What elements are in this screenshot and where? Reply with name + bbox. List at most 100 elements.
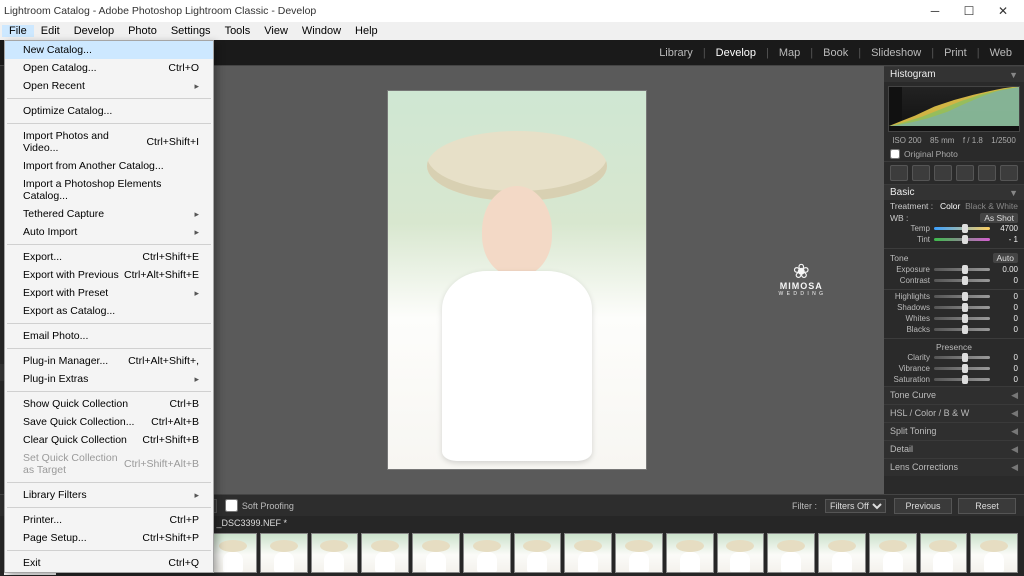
radial-tool-icon[interactable] (978, 165, 996, 181)
highlights-slider[interactable]: Highlights0 (884, 292, 1024, 303)
thumbnail[interactable] (615, 533, 663, 573)
module-web[interactable]: Web (990, 47, 1012, 59)
menu-item[interactable]: Open Catalog...Ctrl+O (5, 59, 213, 77)
lens-header[interactable]: Lens Corrections◀ (884, 458, 1024, 476)
module-print[interactable]: Print (944, 47, 967, 59)
soft-proofing-check[interactable]: Soft Proofing (225, 499, 294, 512)
menu-window[interactable]: Window (295, 25, 348, 37)
contrast-slider[interactable]: Contrast0 (884, 276, 1024, 287)
wb-row[interactable]: WB :As Shot (884, 212, 1024, 224)
tint-slider[interactable]: Tint- 1 (884, 235, 1024, 246)
thumbnail[interactable] (717, 533, 765, 573)
original-photo-check[interactable]: Original Photo (884, 147, 1024, 161)
thumbnail[interactable] (666, 533, 714, 573)
thumbnail[interactable] (767, 533, 815, 573)
menu-settings[interactable]: Settings (164, 25, 218, 37)
crop-tool-icon[interactable] (890, 165, 908, 181)
wb-select[interactable]: As Shot (980, 213, 1018, 223)
menu-item[interactable]: Page Setup...Ctrl+Shift+P (5, 529, 213, 547)
menu-item[interactable]: Export with PreviousCtrl+Alt+Shift+E (5, 266, 213, 284)
histogram[interactable] (888, 86, 1020, 132)
thumbnail[interactable] (209, 533, 257, 573)
menu-item[interactable]: New Catalog... (5, 41, 213, 59)
thumbnail[interactable] (869, 533, 917, 573)
auto-tone-button[interactable]: Auto (993, 253, 1019, 263)
menu-item[interactable]: Auto Import (5, 223, 213, 241)
thumbnail[interactable] (514, 533, 562, 573)
menu-item[interactable]: Printer...Ctrl+P (5, 511, 213, 529)
treatment-color[interactable]: Color (940, 201, 960, 211)
menu-item[interactable]: ExitCtrl+Q (5, 554, 213, 572)
module-book[interactable]: Book (823, 47, 848, 59)
thumbnail[interactable] (412, 533, 460, 573)
split-toning-header[interactable]: Split Toning◀ (884, 422, 1024, 440)
module-slideshow[interactable]: Slideshow (871, 47, 921, 59)
histogram-header[interactable]: Histogram▼ (884, 66, 1024, 82)
detail-header[interactable]: Detail◀ (884, 440, 1024, 458)
maximize-icon[interactable]: ☐ (952, 4, 986, 18)
brush-tool-icon[interactable] (1000, 165, 1018, 181)
shadows-slider[interactable]: Shadows0 (884, 303, 1024, 314)
menu-item[interactable]: Library Filters (5, 486, 213, 504)
menu-separator (7, 323, 211, 324)
thumbnail[interactable] (920, 533, 968, 573)
menu-item[interactable]: Export with Preset (5, 284, 213, 302)
menu-item[interactable]: Open Recent (5, 77, 213, 95)
menu-item[interactable]: Save Quick Collection...Ctrl+Alt+B (5, 413, 213, 431)
vibrance-slider[interactable]: Vibrance0 (884, 364, 1024, 375)
thumbnail[interactable] (970, 533, 1018, 573)
loupe-view[interactable]: ❀ MIMOSA W E D D I N G (150, 66, 884, 494)
exposure-slider[interactable]: Exposure0.00 (884, 265, 1024, 276)
presence-label: Presence (884, 341, 1024, 353)
menu-item[interactable]: Clear Quick CollectionCtrl+Shift+B (5, 431, 213, 449)
menu-item[interactable]: Show Quick CollectionCtrl+B (5, 395, 213, 413)
menu-photo[interactable]: Photo (121, 25, 164, 37)
hsl-header[interactable]: HSL / Color / B & W◀ (884, 404, 1024, 422)
menu-edit[interactable]: Edit (34, 25, 67, 37)
redeye-tool-icon[interactable] (934, 165, 952, 181)
menu-help[interactable]: Help (348, 25, 385, 37)
menu-item[interactable]: Import a Photoshop Elements Catalog... (5, 175, 213, 205)
module-library[interactable]: Library (659, 47, 693, 59)
main-photo[interactable] (387, 90, 647, 470)
thumbnail[interactable] (818, 533, 866, 573)
menu-item[interactable]: Import from Another Catalog... (5, 157, 213, 175)
menu-file[interactable]: File (2, 25, 34, 37)
basic-header[interactable]: Basic▼ (884, 184, 1024, 200)
menu-item[interactable]: Plug-in Manager...Ctrl+Alt+Shift+, (5, 352, 213, 370)
clarity-slider[interactable]: Clarity0 (884, 353, 1024, 364)
module-map[interactable]: Map (779, 47, 800, 59)
menu-item[interactable]: Import Photos and Video...Ctrl+Shift+I (5, 127, 213, 157)
thumbnail[interactable] (463, 533, 511, 573)
menu-item[interactable]: Export as Catalog... (5, 302, 213, 320)
close-icon[interactable]: ✕ (986, 4, 1020, 18)
thumbnail[interactable] (311, 533, 359, 573)
menu-item[interactable]: Email Photo... (5, 327, 213, 345)
thumbnail[interactable] (564, 533, 612, 573)
tone-row: ToneAuto (884, 251, 1024, 265)
module-develop[interactable]: Develop (716, 47, 756, 59)
menu-develop[interactable]: Develop (67, 25, 121, 37)
menu-item[interactable]: Tethered Capture (5, 205, 213, 223)
temp-slider[interactable]: Temp4700 (884, 224, 1024, 235)
menu-item[interactable]: Plug-in Extras (5, 370, 213, 388)
grad-tool-icon[interactable] (956, 165, 974, 181)
spot-tool-icon[interactable] (912, 165, 930, 181)
minimize-icon[interactable]: ─ (918, 4, 952, 18)
thumbnail[interactable] (361, 533, 409, 573)
thumbnail[interactable] (260, 533, 308, 573)
tone-curve-header[interactable]: Tone Curve◀ (884, 386, 1024, 404)
reset-button[interactable]: Reset (958, 498, 1016, 514)
menu-view[interactable]: View (257, 25, 295, 37)
filter-select[interactable]: Filters Off (825, 499, 886, 513)
saturation-slider[interactable]: Saturation0 (884, 375, 1024, 386)
menu-bar: FileEditDevelopPhotoSettingsToolsViewWin… (0, 22, 1024, 40)
treatment-bw[interactable]: Black & White (965, 201, 1018, 211)
previous-button[interactable]: Previous (894, 498, 952, 514)
menu-tools[interactable]: Tools (218, 25, 258, 37)
whites-slider[interactable]: Whites0 (884, 314, 1024, 325)
exif-summary: ISO 20085 mmf / 1.81/2500 (884, 136, 1024, 147)
menu-item[interactable]: Export...Ctrl+Shift+E (5, 248, 213, 266)
menu-item[interactable]: Optimize Catalog... (5, 102, 213, 120)
blacks-slider[interactable]: Blacks0 (884, 325, 1024, 336)
